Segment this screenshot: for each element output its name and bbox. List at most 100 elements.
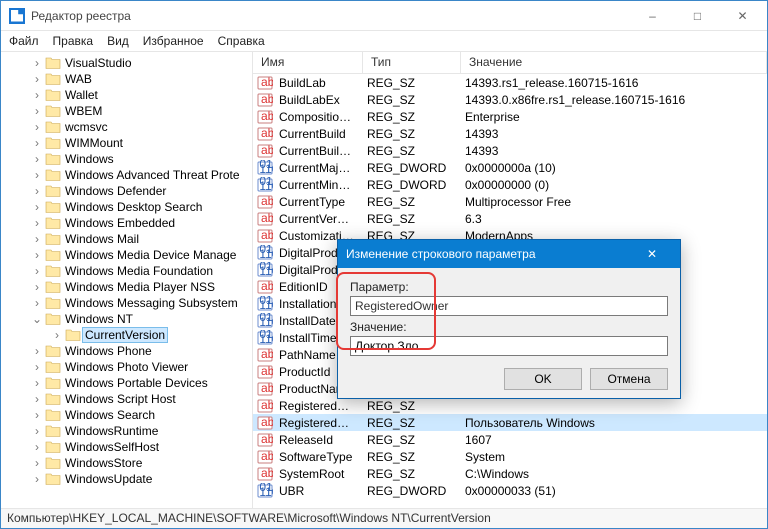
expander-icon[interactable]: ›	[31, 104, 43, 118]
cell-type: REG_SZ	[361, 76, 459, 90]
menu-help[interactable]: Справка	[218, 34, 265, 48]
expander-icon[interactable]: ›	[31, 72, 43, 86]
list-row[interactable]: abCompositionEditi…REG_SZEnterprise	[253, 108, 767, 125]
tree-item[interactable]: ›Windows Media Player NSS	[1, 279, 252, 295]
list-row[interactable]: abBuildLabREG_SZ14393.rs1_release.160715…	[253, 74, 767, 91]
col-value[interactable]: Значение	[461, 52, 767, 73]
tree-item[interactable]: ›WBEM	[1, 103, 252, 119]
expander-icon[interactable]: ›	[31, 136, 43, 150]
svg-text:ab: ab	[261, 381, 273, 395]
minimize-button[interactable]: –	[630, 1, 675, 31]
expander-icon[interactable]: ›	[31, 360, 43, 374]
tree-item[interactable]: › wcmsvc	[1, 119, 252, 135]
dialog-titlebar[interactable]: Изменение строкового параметра ✕	[338, 240, 680, 268]
close-button[interactable]: ✕	[720, 1, 765, 31]
expander-icon[interactable]: ›	[31, 408, 43, 422]
value-input[interactable]	[350, 336, 668, 356]
tree-item[interactable]: ›Windows Script Host	[1, 391, 252, 407]
tree-item[interactable]: ›Windows Mail	[1, 231, 252, 247]
svg-text:ab: ab	[261, 449, 273, 463]
tree-label: Windows Defender	[63, 184, 168, 198]
expander-icon[interactable]: ›	[31, 264, 43, 278]
expander-icon[interactable]: ›	[31, 392, 43, 406]
ok-button[interactable]: OK	[504, 368, 582, 390]
tree-item[interactable]: › Windows Defender	[1, 183, 252, 199]
menu-file[interactable]: Файл	[9, 34, 39, 48]
tree-label: wcmsvc	[63, 120, 110, 134]
expander-icon[interactable]: ›	[31, 56, 43, 70]
svg-text:ab: ab	[261, 211, 273, 225]
tree-item[interactable]: ›Windows Search	[1, 407, 252, 423]
expander-icon[interactable]: ›	[31, 456, 43, 470]
col-type[interactable]: Тип	[363, 52, 461, 73]
tree-item[interactable]: ›WindowsUpdate	[1, 471, 252, 487]
tree-item[interactable]: ⌄Windows NT	[1, 311, 252, 327]
tree-item[interactable]: ›Windows Photo Viewer	[1, 359, 252, 375]
tree-item[interactable]: ›Windows Embedded	[1, 215, 252, 231]
cell-type: REG_SZ	[361, 450, 459, 464]
expander-icon[interactable]: ›	[31, 232, 43, 246]
cancel-button[interactable]: Отмена	[590, 368, 668, 390]
tree-item[interactable]: ›Windows Portable Devices	[1, 375, 252, 391]
list-row[interactable]: abCurrentVersionREG_SZ6.3	[253, 210, 767, 227]
tree-item[interactable]: ›VisualStudio	[1, 55, 252, 71]
list-row[interactable]: abReleaseIdREG_SZ1607	[253, 431, 767, 448]
tree-item[interactable]: ›WindowsStore	[1, 455, 252, 471]
tree-label: WindowsSelfHost	[63, 440, 161, 454]
list-row[interactable]: abCurrentTypeREG_SZMultiprocessor Free	[253, 193, 767, 210]
tree-item[interactable]: ›Windows Messaging Subsystem	[1, 295, 252, 311]
tree-item[interactable]: ›Windows Phone	[1, 343, 252, 359]
param-input[interactable]	[350, 296, 668, 316]
list-row[interactable]: 011110UBRREG_DWORD0x00000033 (51)	[253, 482, 767, 499]
expander-icon[interactable]: ›	[31, 296, 43, 310]
expander-icon[interactable]: ›	[31, 376, 43, 390]
tree-item[interactable]: ›WIMMount	[1, 135, 252, 151]
expander-icon[interactable]: ›	[31, 88, 43, 102]
tree-item[interactable]: › WindowsSelfHost	[1, 439, 252, 455]
expander-icon[interactable]: ›	[31, 120, 43, 134]
expander-icon[interactable]: ›	[31, 216, 43, 230]
tree-item[interactable]: ›Windows Desktop Search	[1, 199, 252, 215]
tree-label: Windows Media Foundation	[63, 264, 215, 278]
menu-favorites[interactable]: Избранное	[143, 34, 204, 48]
expander-icon[interactable]: ›	[31, 184, 43, 198]
expander-icon[interactable]: ⌄	[31, 312, 43, 326]
expander-icon[interactable]: ›	[31, 424, 43, 438]
tree-label: Wallet	[63, 88, 100, 102]
list-row[interactable]: 011110CurrentMinorVe…REG_DWORD0x00000000…	[253, 176, 767, 193]
tree-item[interactable]: ›Windows Media Device Manage	[1, 247, 252, 263]
maximize-button[interactable]: □	[675, 1, 720, 31]
tree-pane[interactable]: ›VisualStudio›WAB›Wallet›WBEM›wcmsvc›WIM…	[1, 52, 253, 508]
col-name[interactable]: Имя	[253, 52, 363, 73]
expander-icon[interactable]: ›	[31, 200, 43, 214]
list-row[interactable]: 011110CurrentMajorVe…REG_DWORD0x0000000a…	[253, 159, 767, 176]
list-row[interactable]: abCurrentBuildREG_SZ14393	[253, 125, 767, 142]
cell-name: UBR	[273, 484, 361, 498]
list-row[interactable]: abRegisteredOwnerREG_SZПользователь Wind…	[253, 414, 767, 431]
expander-icon[interactable]: ›	[31, 344, 43, 358]
expander-icon[interactable]: ›	[51, 328, 63, 342]
tree-item[interactable]: › Wallet	[1, 87, 252, 103]
tree-item[interactable]: ›WindowsRuntime	[1, 423, 252, 439]
menu-view[interactable]: Вид	[107, 34, 129, 48]
list-row[interactable]: abSystemRootREG_SZC:\Windows	[253, 465, 767, 482]
expander-icon[interactable]: ›	[31, 248, 43, 262]
tree-item[interactable]: ›CurrentVersion	[1, 327, 252, 343]
menu-edit[interactable]: Правка	[53, 34, 94, 48]
tree-item[interactable]: › Windows Media Foundation	[1, 263, 252, 279]
dialog-close-icon[interactable]: ✕	[632, 240, 672, 268]
expander-icon[interactable]: ›	[31, 440, 43, 454]
tree-item[interactable]: ›Windows Advanced Threat Prote	[1, 167, 252, 183]
expander-icon[interactable]: ›	[31, 472, 43, 486]
list-row[interactable]: abRegisteredOrga…REG_SZ	[253, 397, 767, 414]
svg-text:ab: ab	[261, 109, 273, 123]
expander-icon[interactable]: ›	[31, 168, 43, 182]
list-row[interactable]: abBuildLabExREG_SZ14393.0.x86fre.rs1_rel…	[253, 91, 767, 108]
tree-item[interactable]: ›Windows	[1, 151, 252, 167]
tree-item[interactable]: ›WAB	[1, 71, 252, 87]
list-row[interactable]: abSoftwareTypeREG_SZSystem	[253, 448, 767, 465]
cell-name: BuildLab	[273, 76, 361, 90]
expander-icon[interactable]: ›	[31, 280, 43, 294]
expander-icon[interactable]: ›	[31, 152, 43, 166]
list-row[interactable]: abCurrentBuildNu…REG_SZ14393	[253, 142, 767, 159]
